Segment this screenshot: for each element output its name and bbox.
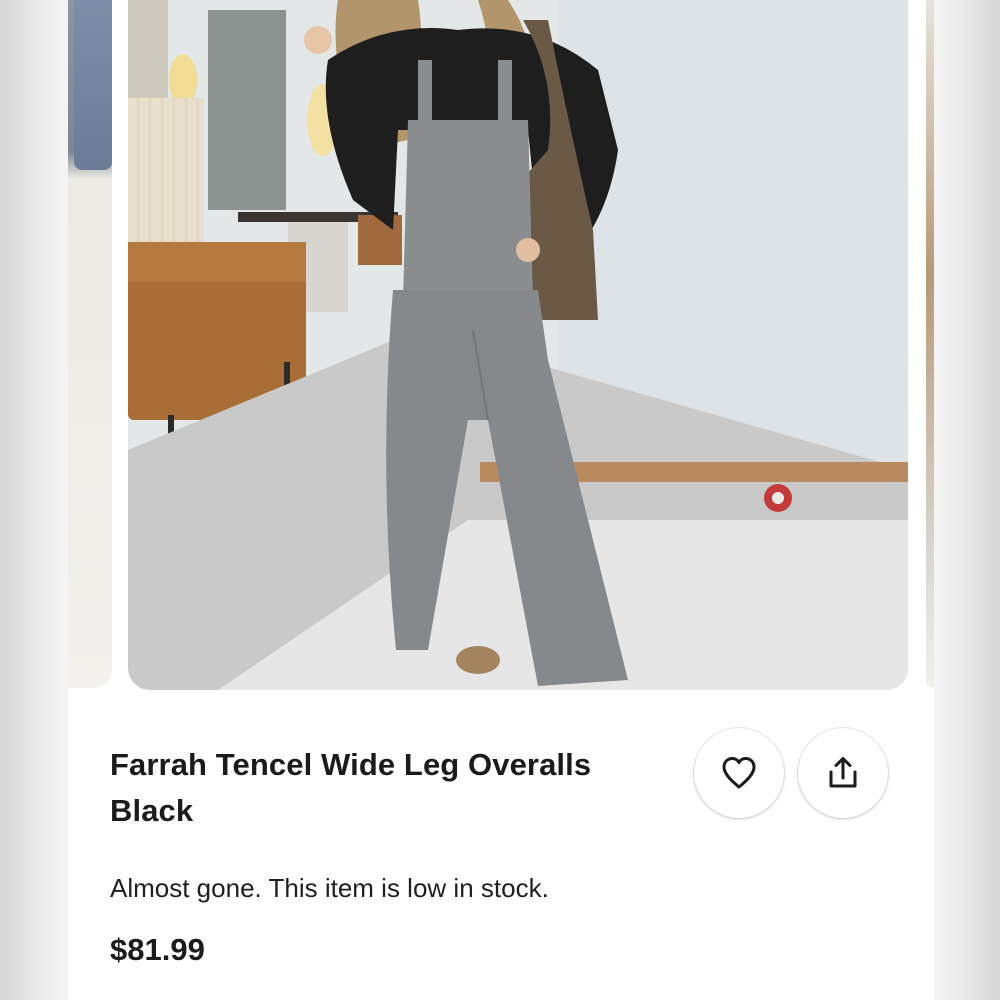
image-carousel[interactable]: [68, 0, 934, 690]
like-button[interactable]: [694, 728, 784, 818]
heart-icon: [722, 757, 756, 789]
product-card: Farrah Tencel Wide Leg Overalls Black Al…: [68, 0, 934, 1000]
screen-edge-left: [0, 0, 68, 1000]
screen-edge-right: [934, 0, 1000, 1000]
next-image-peek[interactable]: [926, 0, 934, 688]
product-title: Farrah Tencel Wide Leg Overalls Black: [110, 747, 592, 828]
product-photo-illustration: [128, 0, 908, 690]
product-photo[interactable]: [128, 0, 908, 690]
share-button[interactable]: [798, 728, 888, 818]
share-icon: [829, 757, 857, 788]
stock-status: Almost gone. This item is low in stock.: [110, 873, 549, 903]
previous-image-peek[interactable]: [68, 0, 112, 688]
product-price: $81.99: [110, 932, 205, 967]
